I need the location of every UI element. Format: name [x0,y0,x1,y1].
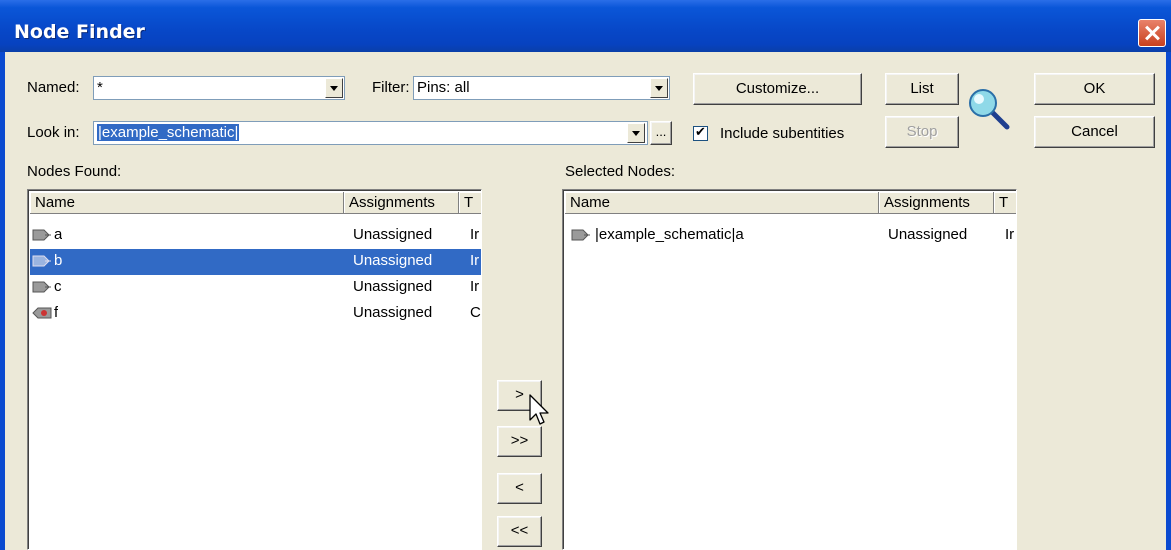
add-all-button[interactable]: >> [497,426,542,457]
list-button[interactable]: List [885,73,959,105]
remove-selected-button[interactable]: < [497,473,542,504]
stop-button-label: Stop [906,123,938,140]
column-header-assignments[interactable]: Assignments [879,192,994,214]
filter-label: Filter: [372,79,410,96]
column-header-type[interactable]: T [459,192,481,214]
input-pin-icon [571,229,590,241]
remove-all-button-label: << [510,522,529,539]
table-row[interactable]: f Unassigned C [30,301,481,327]
include-subentities-checkbox[interactable] [693,124,708,141]
column-header-assignments-label: Assignments [349,194,435,211]
row-type: Ir [1005,226,1015,243]
magnifier-icon [969,89,1010,130]
column-header-name-label: Name [35,194,76,211]
customize-button-label: Customize... [735,80,820,97]
column-header-name[interactable]: Name [565,192,879,214]
look-in-value: |example_schematic| [97,124,240,141]
add-selected-button-label: > [515,386,524,403]
row-assignments: Unassigned [353,252,433,269]
cancel-button-label: Cancel [1071,123,1118,140]
selected-nodes-label: Selected Nodes: [565,163,676,180]
title-bar[interactable]: Node Finder [0,0,1171,52]
row-assignments: Unassigned [353,226,433,243]
row-name: f [54,304,59,321]
input-pin-icon [32,255,51,267]
row-type: Ir [470,226,480,243]
look-in-dropdown-arrow-icon[interactable] [627,123,645,143]
look-in-combobox[interactable]: |example_schematic| [93,121,648,145]
named-value: * [97,79,103,96]
row-type: C [470,304,481,321]
output-pin-icon [32,307,52,319]
named-label: Named: [27,79,80,96]
column-header-assignments[interactable]: Assignments [344,192,459,214]
selected-nodes-list[interactable]: Name Assignments T |example_schematic|a … [562,189,1017,550]
nodes-found-list[interactable]: Name Assignments T a Unassigned Ir b Una… [27,189,482,550]
filter-value: Pins: all [417,79,470,96]
column-header-type-label: T [999,194,1009,211]
window-border-right [1166,52,1171,550]
stop-button[interactable]: Stop [885,116,959,148]
column-header-name[interactable]: Name [30,192,344,214]
filter-combobox[interactable]: Pins: all [413,76,670,100]
add-all-button-label: >> [510,432,529,449]
filter-dropdown-arrow-icon[interactable] [650,78,668,98]
browse-button-label: ... [655,124,667,139]
window-title: Node Finder [14,21,145,43]
column-header-type[interactable]: T [994,192,1016,214]
table-row[interactable]: b Unassigned Ir [30,249,481,275]
row-assignments: Unassigned [353,304,433,321]
column-header-name-label: Name [570,194,611,211]
list-button-label: List [910,80,934,97]
input-pin-icon [32,281,51,293]
table-row[interactable]: c Unassigned Ir [30,275,481,301]
ok-button-label: OK [1083,80,1106,97]
customize-button[interactable]: Customize... [693,73,862,105]
column-header-type-label: T [464,194,474,211]
row-assignments: Unassigned [353,278,433,295]
remove-all-button[interactable]: << [497,516,542,547]
named-dropdown-arrow-icon[interactable] [325,78,343,98]
ok-button[interactable]: OK [1034,73,1155,105]
close-button[interactable] [1138,19,1166,47]
remove-selected-button-label: < [515,479,524,496]
row-name: |example_schematic|a [595,226,744,243]
include-subentities-label[interactable]: Include subentities [720,125,844,142]
cancel-button[interactable]: Cancel [1034,116,1155,148]
row-name: b [54,252,63,269]
row-type: Ir [470,252,480,269]
table-row[interactable]: a Unassigned Ir [30,223,481,249]
row-name: a [54,226,63,243]
input-pin-icon [32,229,51,241]
row-name: c [54,278,62,295]
browse-button[interactable]: ... [650,121,672,145]
mouse-pointer-icon [529,394,549,425]
look-in-label: Look in: [27,124,80,141]
column-header-assignments-label: Assignments [884,194,970,211]
table-row[interactable]: |example_schematic|a Unassigned Ir [565,223,1016,249]
row-type: Ir [470,278,480,295]
window-border-left [0,52,5,550]
row-assignments: Unassigned [888,226,968,243]
named-combobox[interactable]: * [93,76,345,100]
nodes-found-label: Nodes Found: [27,163,122,180]
